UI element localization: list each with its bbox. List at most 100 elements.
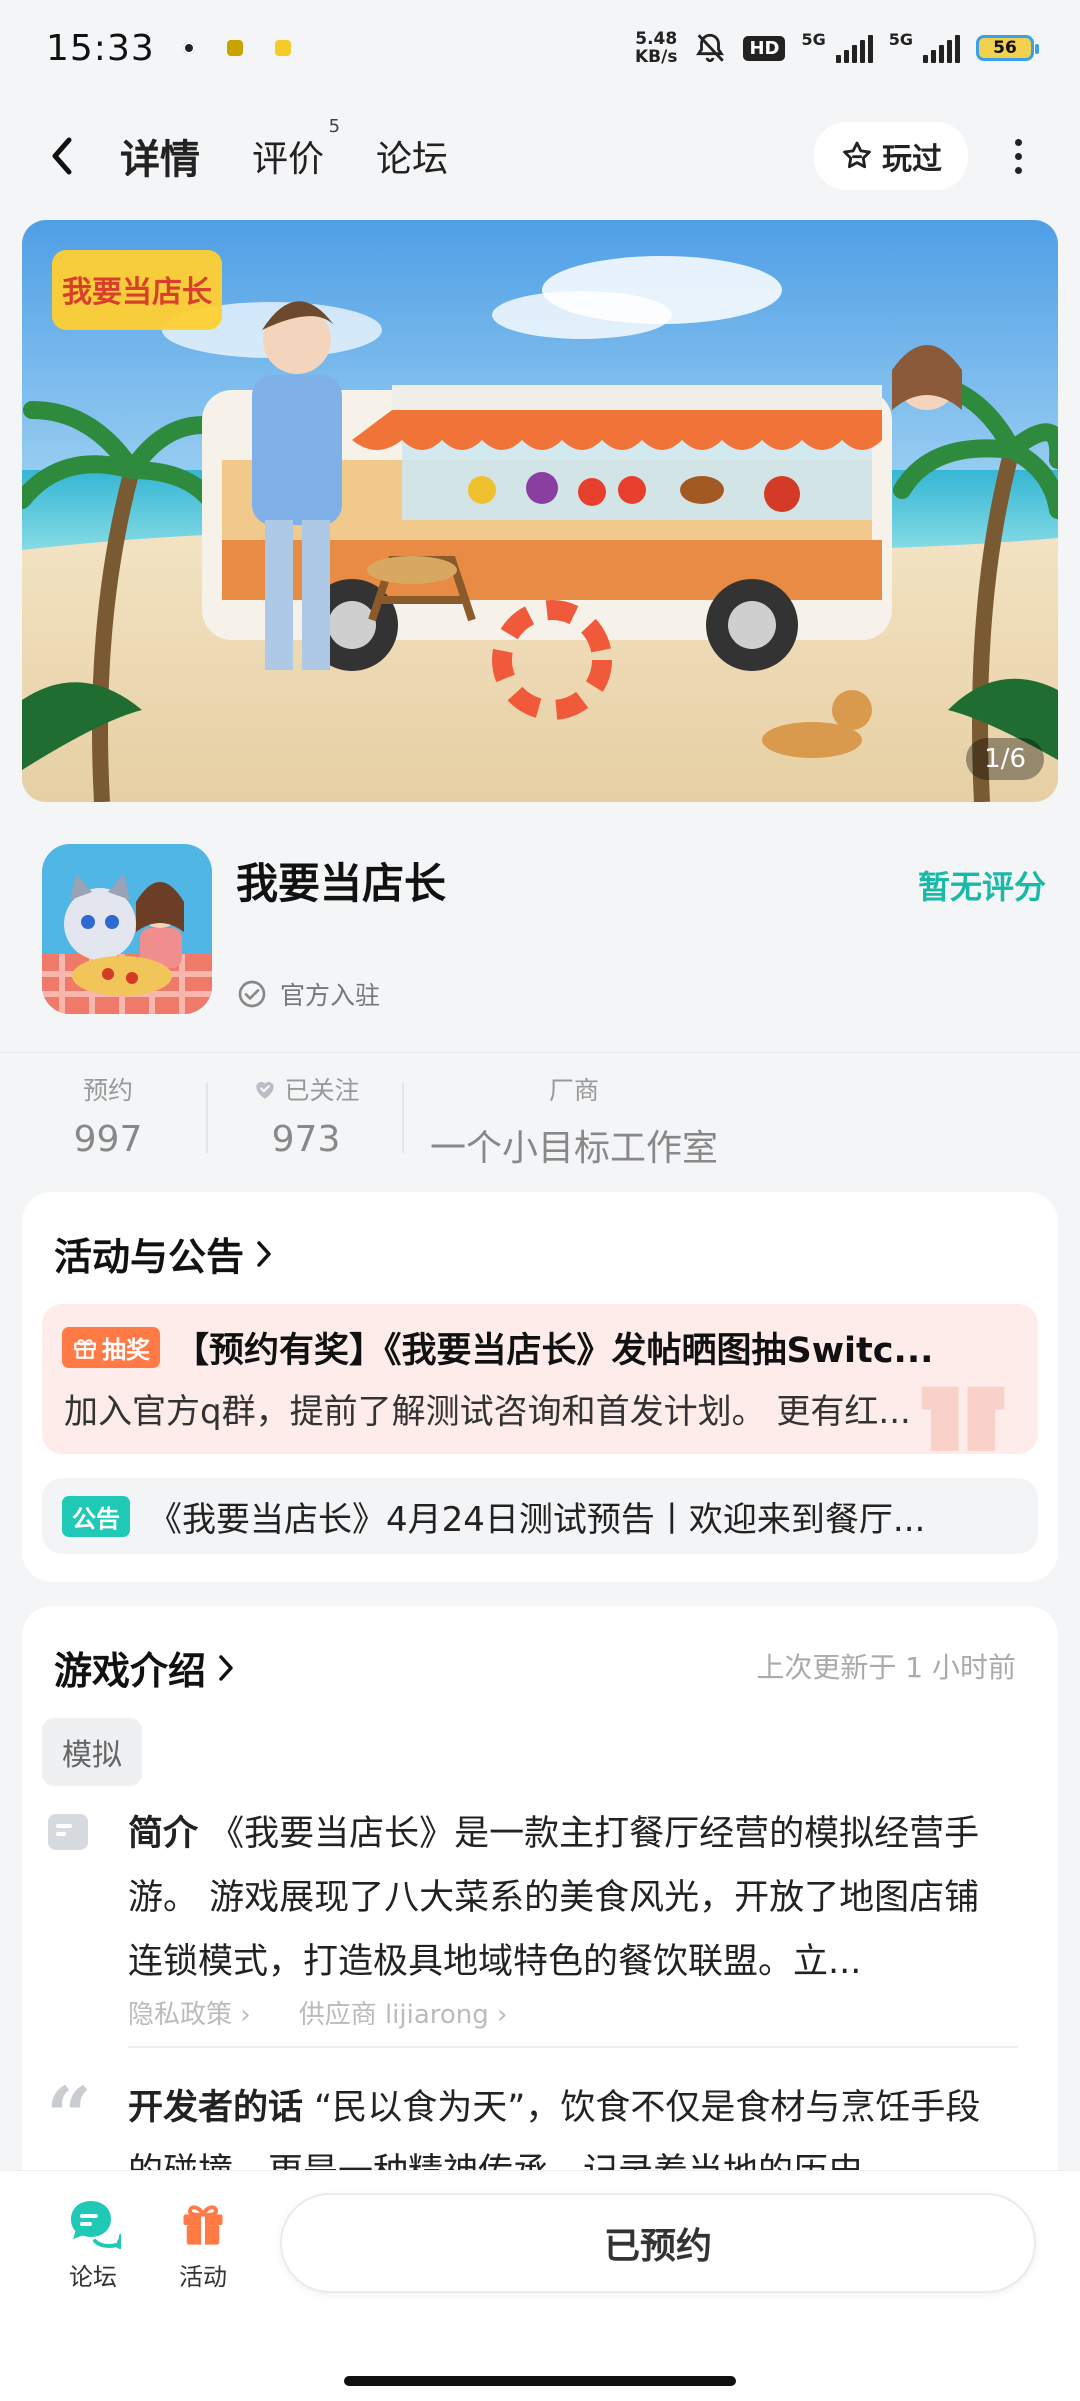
notification-app2-icon <box>274 40 291 56</box>
signal-1-icon <box>835 33 873 63</box>
app-icon <box>42 844 212 1014</box>
banner-illustration: 我要当店长 <box>22 220 1058 802</box>
notice-tag: 公告 <box>62 1496 130 1537</box>
net-speed: 5.48 KB/s <box>635 30 677 66</box>
stat-followers-text: 已关注 <box>284 1076 360 1105</box>
home-indicator[interactable] <box>344 2376 736 2386</box>
hd-icon: HD <box>743 35 786 61</box>
summary-label: 简介 <box>128 1814 199 1854</box>
lottery-title: 【预约有奖】《我要当店长》发帖晒图抽Switc... <box>174 1331 934 1371</box>
stats-row: 预约 997 已关注 973 厂商 一个小目标工作室 <box>0 1052 1080 1192</box>
forum-chat-icon <box>71 2201 123 2251</box>
reserved-button[interactable]: 已预约 <box>280 2193 1036 2293</box>
more-vertical-icon[interactable] <box>996 126 1040 186</box>
forum-button[interactable]: 论坛 <box>48 2197 138 2292</box>
supplier-label: 供应商 lijiarong <box>298 2000 489 2030</box>
activities-title-text: 活动与公告 <box>54 1235 245 1279</box>
chevron-right-icon <box>219 1654 233 1681</box>
net-speed-unit: KB/s <box>634 47 678 67</box>
tab-forum[interactable]: 论坛 <box>376 130 448 182</box>
gift-watermark-icon <box>921 1386 1005 1451</box>
star-outline-icon <box>843 141 871 169</box>
banner-logo-text: 我要当店长 <box>62 275 212 310</box>
played-button[interactable]: 玩过 <box>814 122 968 190</box>
notice-text: 《我要当店长》4月24日测试预告丨欢迎来到餐厅... <box>148 1500 926 1540</box>
activities-title[interactable]: 活动与公告 <box>54 1226 274 1281</box>
activities-card: 活动与公告 抽奖 【预约有奖】《我要当店长》发帖晒图抽Switc... 加入官方… <box>22 1192 1058 1582</box>
notice-row: 公告 《我要当店长》4月24日测试预告丨欢迎来到餐厅... <box>62 1492 1022 1541</box>
activity-label: 活动 <box>179 2263 227 2291</box>
game-intro-card: 游戏介绍 上次更新于 1 小时前 模拟 简介 《我要当店长》是一款主打餐厅经营的… <box>22 1606 1058 2206</box>
rating-label: 暂无评分 <box>917 868 1046 906</box>
tab-reviews[interactable]: 评价 5 <box>252 116 340 182</box>
app-info: 我要当店长 官方入驻 暂无评分 <box>0 810 1080 1050</box>
notice-activity[interactable]: 公告 《我要当店长》4月24日测试预告丨欢迎来到餐厅... <box>42 1478 1038 1554</box>
stat-followers-label: 已关注 <box>244 1071 368 1107</box>
supplier-link[interactable]: 供应商 lijiarong › <box>299 1994 508 2031</box>
notification-app-icon <box>226 40 243 56</box>
stat-vendor[interactable]: 厂商 一个小目标工作室 <box>424 1071 724 1171</box>
lottery-activity[interactable]: 抽奖 【预约有奖】《我要当店长》发帖晒图抽Switc... 加入官方q群，提前了… <box>42 1304 1038 1454</box>
tab-details-label: 详情 <box>120 137 200 183</box>
status-right: 5.48 KB/s HD 5G 5G 56 <box>635 30 1039 66</box>
intro-title-text: 游戏介绍 <box>54 1649 207 1693</box>
official-label: 官方入驻 <box>280 981 381 1010</box>
status-time: 15:33 <box>46 27 155 69</box>
intro-title[interactable]: 游戏介绍 <box>54 1640 236 1695</box>
screenshot-carousel[interactable]: 我要当店长 1/6 <box>22 220 1058 802</box>
privacy-policy-link[interactable]: 隐私政策 › <box>128 1994 251 2031</box>
tab-details[interactable]: 详情 <box>118 127 202 185</box>
sig2-label: 5G <box>888 30 913 49</box>
played-label: 玩过 <box>882 142 942 177</box>
tab-reviews-label: 评价 <box>252 139 325 180</box>
stat-vendor-value: 一个小目标工作室 <box>429 1128 718 1169</box>
intro-links: 隐私政策 › 供应商 lijiarong › <box>128 1994 507 2031</box>
carousel-counter: 1/6 <box>966 738 1044 780</box>
stat-followers[interactable]: 已关注 973 <box>244 1071 368 1160</box>
notification-icons <box>182 40 291 56</box>
activity-button[interactable]: 活动 <box>158 2197 248 2292</box>
check-circle-icon <box>238 980 266 1008</box>
net-speed-value: 5.48 <box>635 29 678 49</box>
status-bar: 15:33 5.48 KB/s HD 5G 5G 56 <box>0 0 1080 96</box>
summary-text: 《我要当店长》是一款主打餐厅经营的模拟经营手游。 游戏展现了八大菜系的美食风光，… <box>128 1814 980 1982</box>
bottom-action-bar: 论坛 活动 已预约 <box>0 2170 1080 2401</box>
quote-icon: “ <box>46 2069 93 2163</box>
stat-divider <box>402 1083 404 1153</box>
sig1-label: 5G <box>801 30 826 49</box>
signal-2-icon <box>923 33 960 63</box>
notification-record-icon <box>182 42 195 54</box>
stat-reservations: 预约 997 <box>48 1071 168 1160</box>
battery-icon: 56 <box>976 35 1039 61</box>
heart-check-icon <box>256 1081 275 1099</box>
intro-summary[interactable]: 简介 《我要当店长》是一款主打餐厅经营的模拟经营手游。 游戏展现了八大菜系的美食… <box>128 1802 1008 1994</box>
lottery-title-row: 抽奖 【预约有奖】《我要当店长》发帖晒图抽Switc... <box>62 1322 1022 1373</box>
stat-reservations-label: 预约 <box>82 1076 133 1105</box>
stat-followers-value: 973 <box>271 1119 341 1160</box>
tab-bar: 详情 评价 5 论坛 <box>118 116 448 185</box>
chevron-right-icon <box>257 1240 271 1267</box>
stat-reservations-value: 997 <box>73 1119 143 1160</box>
privacy-label: 隐私政策 <box>128 2000 233 2030</box>
back-arrow-icon[interactable] <box>40 134 84 178</box>
tab-forum-label: 论坛 <box>376 139 449 180</box>
stat-vendor-label: 厂商 <box>548 1076 599 1105</box>
lottery-tag-label: 抽奖 <box>102 1336 150 1364</box>
forum-label: 论坛 <box>69 2263 117 2291</box>
app-title: 我要当店长 <box>236 859 447 908</box>
summary-doc-icon <box>46 1812 90 1852</box>
lottery-tag: 抽奖 <box>62 1327 160 1368</box>
lottery-description: 加入官方q群，提前了解测试咨询和首发计划。 更有红... <box>64 1392 911 1432</box>
game-detail-page: 15:33 5.48 KB/s HD 5G 5G 56 详情 评价 5 论坛 玩… <box>0 0 1080 2401</box>
gift-icon <box>183 2205 223 2245</box>
divider <box>128 2046 1018 2048</box>
review-count-badge: 5 <box>328 116 341 137</box>
battery-level: 56 <box>993 38 1017 58</box>
gift-icon <box>74 1338 96 1359</box>
intro-updated: 上次更新于 1 小时前 <box>756 1651 1016 1684</box>
mute-bell-icon <box>696 33 725 63</box>
genre-tag[interactable]: 模拟 <box>42 1718 142 1786</box>
top-nav: 详情 评价 5 论坛 玩过 <box>0 110 1080 202</box>
official-badge: 官方入驻 <box>236 976 380 1012</box>
dev-label: 开发者的话 <box>128 2088 304 2128</box>
